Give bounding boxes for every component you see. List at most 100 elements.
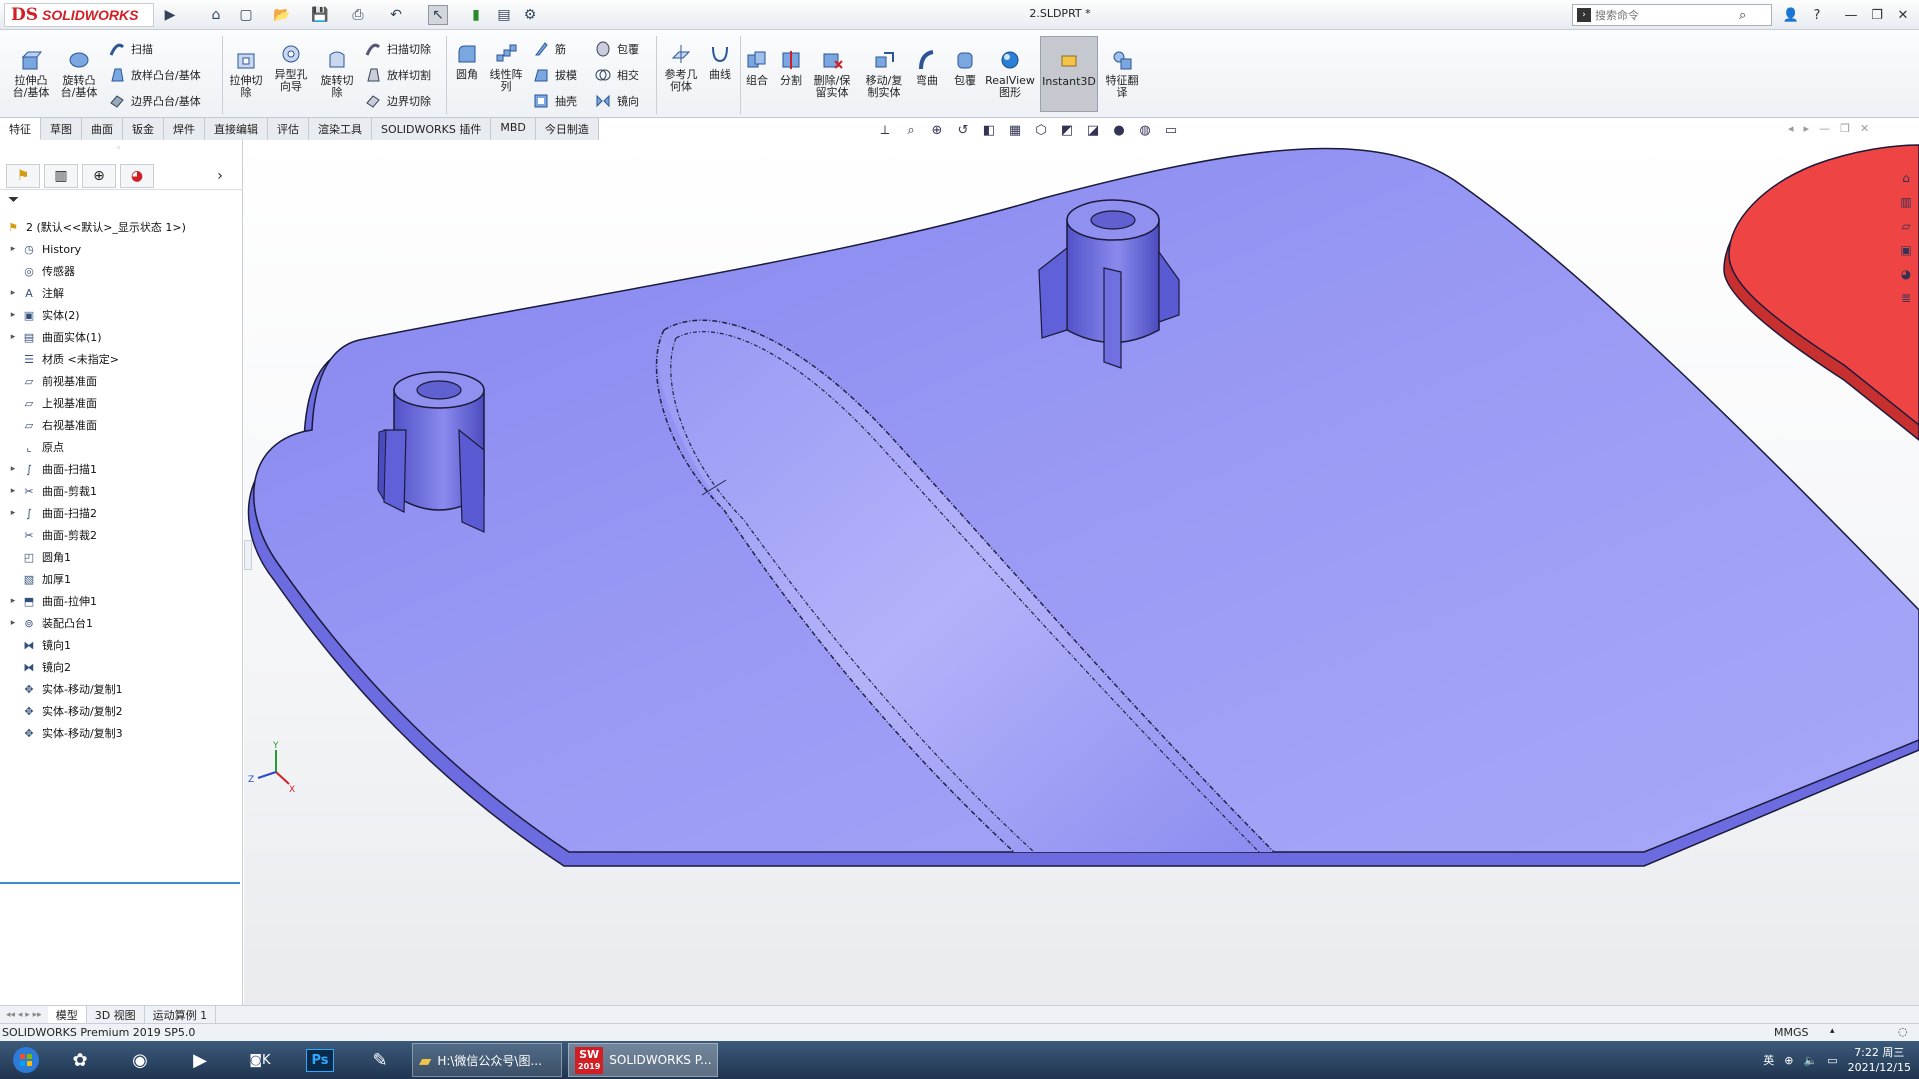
tree-item[interactable]: ✥ 实体-移动/复制1 xyxy=(0,678,243,700)
panel-grip[interactable]: ◦ xyxy=(116,144,121,154)
expand-arrow-icon[interactable]: ▸ xyxy=(6,288,20,298)
panel-collapse-handle[interactable] xyxy=(244,540,252,570)
rebuild-icon[interactable]: ▮ xyxy=(466,5,486,25)
display-style-icon[interactable]: ◩ xyxy=(1057,121,1077,139)
power-icon[interactable]: ▭ xyxy=(1827,1054,1837,1067)
minimize-button[interactable]: — xyxy=(1840,6,1862,24)
file-properties-icon[interactable]: ▤ xyxy=(494,5,514,25)
tree-item[interactable]: ✥ 实体-移动/复制3 xyxy=(0,722,243,744)
expand-menu-icon[interactable]: ▶ xyxy=(160,5,180,25)
browser-app-icon[interactable]: ◉ xyxy=(114,1043,166,1077)
tree-item[interactable]: ▸ ∫ 曲面-扫描1 xyxy=(0,458,243,480)
sweep-button[interactable]: 扫描 xyxy=(108,40,153,58)
taskbar-solidworks-window[interactable]: SW 2019 SOLIDWORKS P... xyxy=(568,1043,718,1077)
clock[interactable]: 7:22 周三 2021/12/15 xyxy=(1848,1045,1911,1075)
tree-item[interactable]: ⧓ 镜向2 xyxy=(0,656,243,678)
previous-view-icon[interactable]: ↺ xyxy=(953,121,973,139)
volume-icon[interactable]: 🔈 xyxy=(1803,1054,1817,1067)
boundary-cut-button[interactable]: 边界切除 xyxy=(364,92,431,110)
expand-arrow-icon[interactable]: ▸ xyxy=(6,332,20,342)
tree-item[interactable]: ☰ 材质 <未指定> xyxy=(0,348,243,370)
photos-app-icon[interactable]: ✿ xyxy=(54,1043,106,1077)
wrap-feature-button[interactable]: 包覆 xyxy=(950,48,980,87)
tab-motion-study[interactable]: 运动算例 1 xyxy=(145,1005,217,1024)
tab-render-tools[interactable]: 渲染工具 xyxy=(309,118,372,140)
move-copy-body-button[interactable]: 移动/复 制实体 xyxy=(862,48,906,99)
appearances-icon[interactable]: ◕ xyxy=(1896,264,1916,284)
home-icon[interactable]: ⌂ xyxy=(206,5,226,25)
display-manager-tab-icon[interactable]: ◕ xyxy=(120,163,154,188)
units-dropdown-icon[interactable]: ▴ xyxy=(1830,1026,1835,1036)
taskbar-folder-window[interactable]: ▰ H:\微信公众号\图... xyxy=(412,1043,562,1077)
viewport-left-icon[interactable]: ◂ xyxy=(1788,122,1794,135)
solidworks-logo[interactable]: DS SOLIDWORKS xyxy=(4,3,154,27)
configuration-manager-tab-icon[interactable]: ⊕ xyxy=(82,163,116,188)
mirror-button[interactable]: 镜向 xyxy=(594,92,639,110)
expand-arrow-icon[interactable]: ▸ xyxy=(6,310,20,320)
revolve-cut-button[interactable]: 旋转切 除 xyxy=(316,48,358,99)
options-icon[interactable]: ⚙ xyxy=(520,5,540,25)
viewport-right-icon[interactable]: ▸ xyxy=(1804,122,1810,135)
boundary-boss-button[interactable]: 边界凸台/基体 xyxy=(108,92,201,110)
view-orientation-icon[interactable]: ⬡ xyxy=(1031,121,1051,139)
tree-item[interactable]: ⌞ 原点 xyxy=(0,436,243,458)
tree-item[interactable]: ▱ 前视基准面 xyxy=(0,370,243,392)
media-app-icon[interactable]: ◙K xyxy=(234,1043,286,1077)
select-icon[interactable]: ↖ xyxy=(428,5,448,25)
dynamic-annotation-icon[interactable]: ▦ xyxy=(1005,121,1025,139)
expand-arrow-icon[interactable]: ▸ xyxy=(6,464,20,474)
tab-direct-editing[interactable]: 直接编辑 xyxy=(205,118,268,140)
tree-item[interactable]: ✥ 实体-移动/复制2 xyxy=(0,700,243,722)
viewport-minimize-icon[interactable]: — xyxy=(1819,122,1830,135)
hole-wizard-button[interactable]: 异型孔 向导 xyxy=(270,42,312,93)
apply-scene-icon[interactable]: ◍ xyxy=(1135,121,1155,139)
tab-3d-views[interactable]: 3D 视图 xyxy=(87,1005,145,1024)
tab-sheet-metal[interactable]: 钣金 xyxy=(123,118,164,140)
tree-item[interactable]: ▧ 加厚1 xyxy=(0,568,243,590)
shell-button[interactable]: 抽壳 xyxy=(532,92,577,110)
realview-button[interactable]: RealView 图形 xyxy=(984,48,1036,99)
flex-button[interactable]: 弯曲 xyxy=(912,48,942,87)
feature-tree-tab-icon[interactable]: ⚑ xyxy=(6,163,40,188)
tree-item[interactable]: ✂ 曲面-剪裁2 xyxy=(0,524,243,546)
tree-item[interactable]: ▸ A 注解 xyxy=(0,282,243,304)
tree-item[interactable]: ▱ 右视基准面 xyxy=(0,414,243,436)
tree-item[interactable]: ▸ ✂ 曲面-剪裁1 xyxy=(0,480,243,502)
expand-arrow-icon[interactable]: ▸ xyxy=(6,508,20,518)
view-palette-icon[interactable]: ▣ xyxy=(1896,240,1916,260)
network-icon[interactable]: ⊕ xyxy=(1784,1054,1793,1067)
search-commands[interactable]: › ⌕ xyxy=(1572,4,1772,26)
section-view-icon[interactable]: ◧ xyxy=(979,121,999,139)
red-body[interactable] xyxy=(1723,144,1919,441)
new-doc-icon[interactable]: ▢ xyxy=(236,5,256,25)
tab-weldments[interactable]: 焊件 xyxy=(164,118,205,140)
tab-addins[interactable]: SOLIDWORKS 插件 xyxy=(372,118,492,140)
filter-icon[interactable]: ⏷ xyxy=(8,192,19,208)
start-button[interactable] xyxy=(6,1043,46,1077)
tab-scroll-arrows[interactable]: ◂◂ ◂ ▸ ▸▸ xyxy=(0,1010,48,1020)
tab-manufacturing[interactable]: 今日制造 xyxy=(535,118,599,140)
view-settings-icon[interactable]: ▭ xyxy=(1161,121,1181,139)
panel-expand-icon[interactable]: › xyxy=(203,164,237,188)
reference-geometry-button[interactable]: 参考几 何体 xyxy=(660,42,702,93)
lofted-cut-button[interactable]: 放样切割 xyxy=(364,66,431,84)
tree-item[interactable]: ▸ ⬒ 曲面-拉伸1 xyxy=(0,590,243,612)
zoom-to-fit-icon[interactable]: ⌕ xyxy=(901,121,921,139)
expand-arrow-icon[interactable]: ▸ xyxy=(6,618,20,628)
tab-sketch[interactable]: 草图 xyxy=(41,118,82,140)
search-input[interactable] xyxy=(1595,8,1735,22)
rib-button[interactable]: 筋 xyxy=(532,40,566,58)
solidworks-resources-icon[interactable]: ⌂ xyxy=(1896,168,1916,188)
tab-features[interactable]: 特征 xyxy=(0,118,41,140)
graphics-area[interactable]: Y X Z xyxy=(244,140,1919,1006)
tree-rollback-bar[interactable] xyxy=(0,882,240,884)
video-app-icon[interactable]: ▶ xyxy=(174,1043,226,1077)
tab-model[interactable]: 模型 xyxy=(47,1005,87,1024)
standard-views-icon[interactable]: ⟂ xyxy=(875,121,895,139)
help-icon[interactable]: ? xyxy=(1806,6,1828,24)
restore-button[interactable]: ❐ xyxy=(1866,6,1888,24)
property-manager-tab-icon[interactable]: ▥ xyxy=(44,163,78,188)
split-button[interactable]: 分割 xyxy=(776,48,806,87)
hide-show-icon[interactable]: ◪ xyxy=(1083,121,1103,139)
tree-item[interactable]: ▸ ▣ 实体(2) xyxy=(0,304,243,326)
